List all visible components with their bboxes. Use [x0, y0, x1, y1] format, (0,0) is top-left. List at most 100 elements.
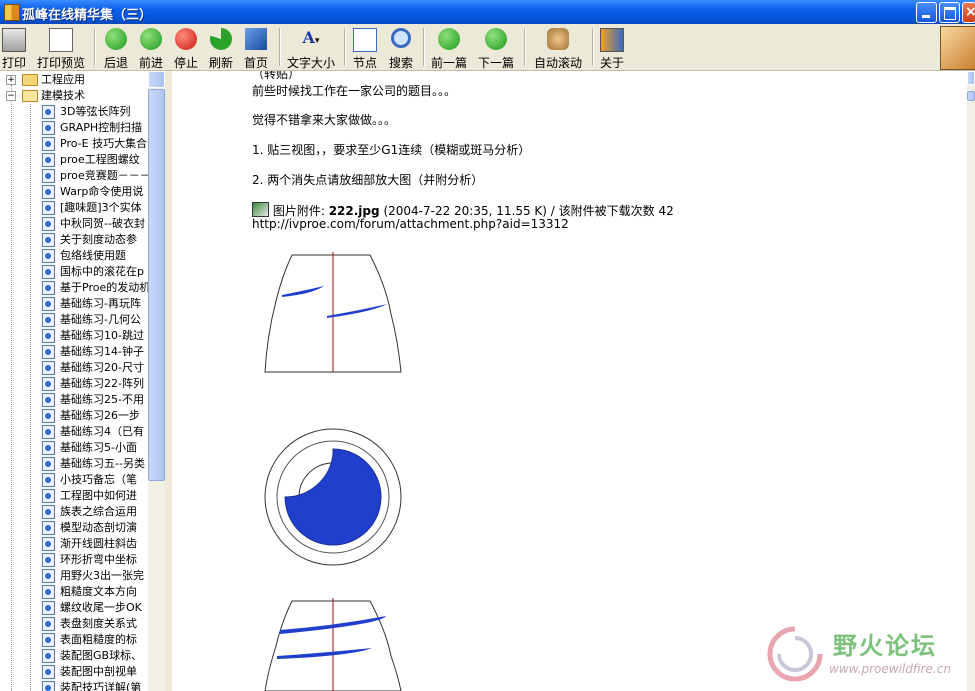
watermark-title: 野火论坛 — [833, 632, 937, 660]
home-button[interactable]: 首页 — [241, 26, 271, 70]
tree-item-label: 环形折弯中坐标 — [60, 553, 137, 566]
tree-item-label: 装配图GB球标、 — [60, 649, 143, 662]
watermark-logo-icon — [767, 626, 823, 682]
toolbar-separator — [524, 28, 526, 66]
document-icon — [42, 345, 55, 359]
prev-article-button[interactable]: 前一篇 — [430, 26, 468, 70]
article-paragraph: 觉得不错拿来大家做做。。。 — [252, 113, 397, 127]
back-arrow-icon — [105, 28, 127, 50]
article-paragraph: 2. 两个消失点请放细部放大图（并附分析） — [252, 173, 484, 187]
tree-folder-label: 工程应用 — [41, 73, 85, 86]
next-article-button[interactable]: 下一篇 — [477, 26, 515, 70]
document-icon — [42, 169, 55, 183]
attachment-info: (2004-7-22 20:35, 11.55 K) / 该附件被下载次数 42 — [383, 204, 674, 218]
document-icon — [42, 249, 55, 263]
tree-item-label: 中秋同贺--破衣封 — [60, 217, 145, 230]
stop-label: 停止 — [173, 56, 198, 70]
tree-item-label: 族表之综合运用 — [60, 505, 137, 518]
tree-item-label: 用野火3出一张完 — [60, 569, 144, 582]
font-size-button[interactable]: A▾ 文字大小 — [284, 26, 338, 70]
collapse-icon[interactable]: − — [6, 91, 16, 101]
maximize-button[interactable] — [939, 2, 960, 23]
print-button[interactable]: 打印 — [0, 26, 28, 70]
auto-scroll-icon — [547, 28, 569, 50]
tree-item-label: proe工程图螺纹 — [60, 153, 140, 166]
tree-item-label: Warp命令使用说 — [60, 185, 144, 198]
tree-item-label: 工程图中如何进 — [60, 489, 137, 502]
about-button[interactable]: 关于 — [598, 26, 626, 70]
about-icon — [600, 28, 624, 52]
tree-item-label: 小技巧备忘（笔 — [60, 473, 137, 486]
about-label: 关于 — [599, 56, 624, 70]
minimize-icon — [922, 15, 930, 18]
print-preview-label: 打印预览 — [36, 56, 85, 70]
attachment-prefix: 图片附件: — [272, 204, 325, 218]
attachment-filename[interactable]: 222.jpg — [329, 204, 380, 218]
navigation-tree[interactable]: + 工程应用 − 建模技术 3D等弦长阵列 GRAPH控制扫描 Pro-E 技巧大集… — [0, 71, 149, 691]
scroll-up-button[interactable] — [148, 71, 165, 88]
back-button[interactable]: 后退 — [101, 26, 131, 70]
tree-item-label: 基础练习26一步 — [60, 409, 140, 422]
scroll-thumb[interactable] — [148, 89, 165, 481]
home-icon — [245, 28, 267, 50]
back-label: 后退 — [103, 56, 128, 70]
auto-scroll-button[interactable]: 自动滚动 — [531, 26, 585, 70]
article-top-text: （转贴） — [252, 71, 301, 81]
minimize-button[interactable] — [916, 2, 937, 23]
tree-item-label: 国标中的滚花在p — [60, 265, 144, 278]
print-preview-button[interactable]: 打印预览 — [34, 26, 88, 70]
nodes-button[interactable]: 节点 — [350, 26, 380, 70]
document-icon — [42, 233, 55, 247]
document-icon — [42, 553, 55, 567]
tree-scrollbar[interactable] — [148, 71, 165, 691]
document-icon — [42, 601, 55, 615]
tree-item-label: 螺纹收尾一步OK — [60, 601, 142, 614]
attachment-url[interactable]: http://ivproe.com/forum/attachment.php?a… — [252, 217, 569, 231]
toolbar-separator — [423, 28, 425, 66]
tree-item-label: GRAPH控制扫描 — [60, 121, 143, 134]
forward-button[interactable]: 前进 — [136, 26, 166, 70]
document-icon — [42, 105, 55, 119]
toolbar-separator — [94, 28, 96, 66]
document-icon — [42, 313, 55, 327]
search-icon — [391, 28, 411, 48]
refresh-label: 刷新 — [208, 56, 233, 70]
search-button[interactable]: 搜索 — [386, 26, 416, 70]
prev-article-label: 前一篇 — [430, 56, 467, 70]
print-label: 打印 — [1, 56, 26, 70]
content-scrollbar[interactable] — [967, 71, 975, 691]
document-icon — [42, 633, 55, 647]
document-icon — [42, 137, 55, 151]
stop-button[interactable]: 停止 — [171, 26, 201, 70]
article-view: （转贴） 前些时候找工作在一家公司的题目。。。 觉得不错拿来大家做做。。。 1.… — [172, 71, 967, 691]
printer-icon — [2, 28, 26, 52]
attachment-image — [264, 252, 402, 691]
open-folder-icon — [22, 90, 38, 102]
scroll-up-button[interactable] — [967, 71, 975, 85]
document-icon — [42, 617, 55, 631]
toolbar-separator — [592, 28, 594, 66]
title-bar[interactable]: 孤峰在线精华集（三） × — [0, 0, 975, 24]
tree-item-label: 基础练习-几何公 — [60, 313, 141, 326]
print-preview-icon — [49, 28, 73, 52]
tree-item-label: 关于刻度动态参 — [60, 233, 137, 246]
scroll-thumb[interactable] — [967, 91, 975, 101]
expand-icon[interactable]: + — [6, 75, 16, 85]
auto-scroll-label: 自动滚动 — [533, 56, 582, 70]
document-icon — [42, 377, 55, 391]
watermark-url: www.proewildfire.cn — [829, 662, 951, 676]
nodes-label: 节点 — [352, 56, 377, 70]
tree-item-label: 模型动态剖切演 — [60, 521, 137, 534]
document-icon — [42, 329, 55, 343]
document-icon — [42, 265, 55, 279]
refresh-icon — [210, 28, 232, 50]
font-size-label: 文字大小 — [286, 56, 335, 70]
document-icon — [42, 665, 55, 679]
refresh-button[interactable]: 刷新 — [206, 26, 236, 70]
tree-item-label: 基于Proe的发动机 — [60, 281, 149, 294]
close-button[interactable]: × — [962, 2, 975, 23]
nodes-icon — [353, 28, 377, 52]
document-icon — [42, 457, 55, 471]
tree-item-label: 表面粗糙度的标 — [60, 633, 137, 646]
app-icon[interactable] — [4, 4, 20, 21]
